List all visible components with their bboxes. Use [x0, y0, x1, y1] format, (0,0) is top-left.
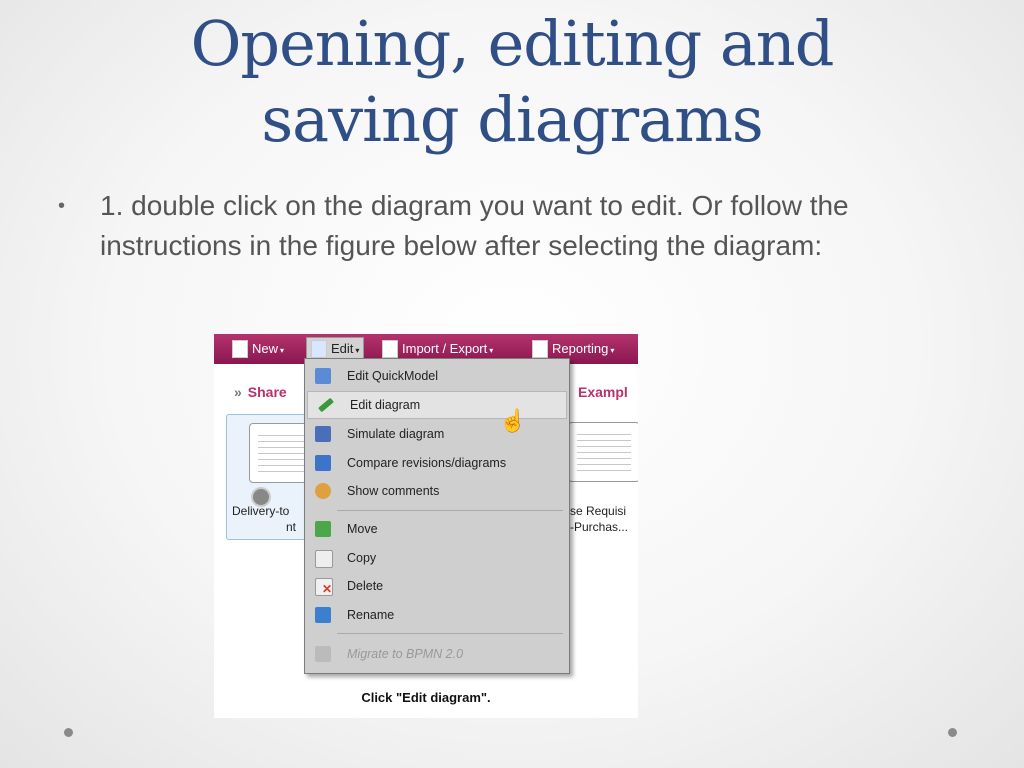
figure-caption: Click "Edit diagram".: [361, 690, 491, 705]
bullet-point: • 1. double click on the diagram you wan…: [58, 186, 978, 266]
menu-item-edit-quickmodel[interactable]: Edit QuickModel: [305, 363, 569, 389]
breadcrumb-left[interactable]: » Share: [234, 384, 287, 400]
copy-icon: [315, 550, 333, 568]
menu-item-edit-diagram[interactable]: Edit diagram: [307, 391, 567, 419]
reporting-button[interactable]: Reporting ▾: [532, 338, 614, 360]
thumb-right-label-1: se Requisi: [570, 504, 627, 518]
slide-title: Opening, editing and saving diagrams: [0, 6, 1024, 158]
corner-dot-right: [948, 728, 957, 737]
new-document-icon: [232, 339, 248, 358]
rename-icon: [315, 607, 331, 623]
diagram-preview-icon: [568, 422, 638, 482]
reporting-label: Reporting: [552, 341, 609, 356]
thumb-left-label-1: Delivery-to: [232, 504, 290, 518]
thumb-left-label-2: nt: [286, 520, 297, 534]
edit-label: Edit: [331, 341, 354, 356]
chevron-down-icon: ▾: [280, 346, 285, 355]
chevron-down-icon: ▾: [610, 346, 615, 355]
double-arrow-icon: »: [234, 384, 242, 400]
menu-item-migrate-bpmn: Migrate to BPMN 2.0: [305, 641, 569, 667]
move-icon: [315, 521, 331, 537]
migrate-icon: [315, 646, 331, 662]
new-label: New: [252, 341, 279, 356]
screenshot-figure: New ▾ Edit ▾ Import / Export ▾ Reporting ▾ »…: [214, 334, 638, 718]
menu-separator: [337, 633, 563, 634]
menu-separator: [337, 510, 563, 511]
delete-icon: ✕: [315, 578, 333, 596]
report-icon: [532, 339, 548, 358]
thumb-right-label-2: -Purchas...: [570, 520, 629, 534]
grid-icon: [315, 368, 331, 384]
title-line-2: saving diagrams: [261, 83, 763, 156]
title-line-1: Opening, editing and: [190, 7, 835, 80]
compare-icon: [315, 455, 331, 471]
new-button[interactable]: New ▾: [232, 338, 284, 360]
edit-dropdown-menu: Edit QuickModel Edit diagram Simulate di…: [304, 358, 570, 674]
corner-dot-left: [64, 728, 73, 737]
import-export-label: Import / Export: [402, 341, 488, 356]
simulate-icon: [315, 426, 331, 442]
breadcrumb-label: Share: [247, 384, 287, 400]
hand-cursor-icon: ☝: [499, 408, 527, 433]
menu-item-delete[interactable]: ✕ Delete: [305, 573, 569, 599]
menu-item-compare-revisions[interactable]: Compare revisions/diagrams: [305, 450, 569, 476]
menu-item-rename[interactable]: Rename: [305, 602, 569, 628]
menu-item-show-comments[interactable]: Show comments: [305, 478, 569, 504]
chevron-down-icon: ▾: [489, 346, 494, 355]
comment-icon: [315, 483, 331, 499]
breadcrumb-right[interactable]: Exampl: [578, 384, 628, 400]
bullet-text: 1. double click on the diagram you want …: [100, 190, 849, 261]
menu-item-copy[interactable]: Copy: [305, 545, 569, 571]
menu-item-simulate-diagram[interactable]: Simulate diagram: [305, 421, 569, 447]
menu-item-move[interactable]: Move: [305, 516, 569, 542]
import-export-icon: [382, 339, 398, 358]
edit-icon: [311, 339, 327, 358]
import-export-button[interactable]: Import / Export ▾: [382, 338, 493, 360]
bullet-marker: •: [58, 195, 66, 217]
chevron-down-icon: ▾: [355, 346, 360, 355]
pencil-icon: [318, 397, 334, 413]
